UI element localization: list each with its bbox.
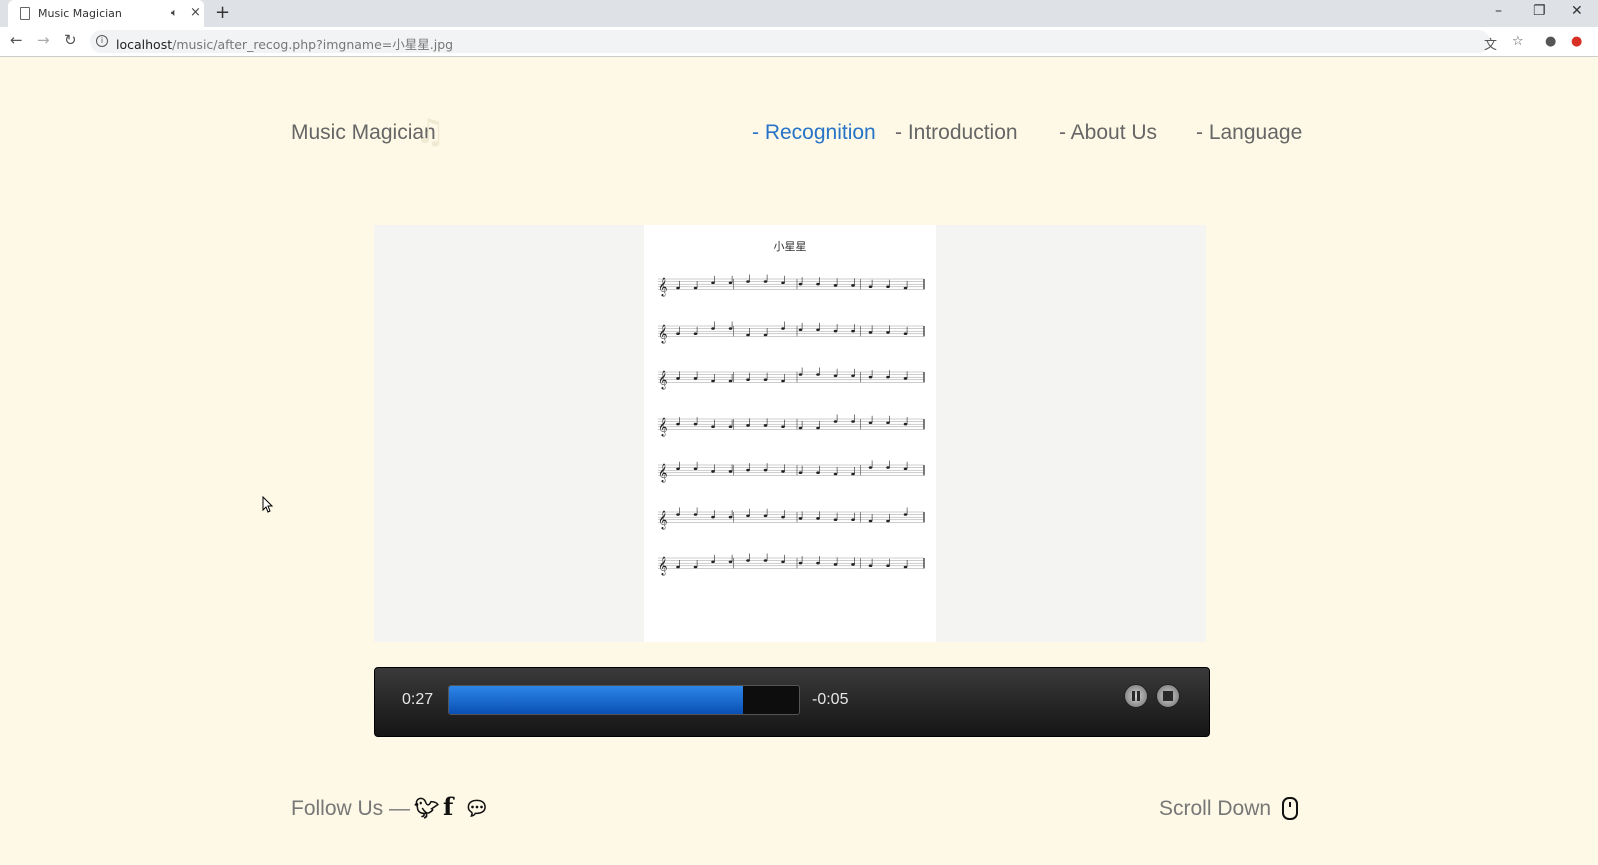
svg-text:𝄞: 𝄞 — [658, 370, 667, 390]
extension-icon[interactable]: ● — [1571, 34, 1582, 49]
stop-icon — [1163, 691, 1173, 701]
minimize-button[interactable]: – — [1495, 3, 1502, 19]
music-staff: 𝄞 — [658, 367, 925, 390]
music-note-icon: ♫ — [415, 112, 446, 152]
svg-text:𝄞: 𝄞 — [658, 417, 667, 437]
pause-icon — [1132, 691, 1135, 701]
progress-fill — [449, 686, 743, 714]
music-staff: 𝄞 — [658, 414, 925, 437]
mouse-icon[interactable] — [1282, 797, 1298, 820]
nav-introduction[interactable]: - Introduction — [895, 121, 1018, 145]
pause-button[interactable] — [1124, 684, 1148, 708]
music-staff: 𝄞 — [658, 274, 925, 297]
sheet-music-image: 小星星 𝄞 𝄞 𝄞 𝄞 𝄞 𝄞 𝄞 — [644, 225, 936, 642]
music-staff: 𝄞 — [658, 321, 925, 344]
scroll-down-label[interactable]: Scroll Down — [1159, 797, 1271, 821]
url-host: localhost — [116, 37, 173, 52]
brand-logo-text[interactable]: Music Magician — [291, 121, 436, 145]
wechat-icon[interactable]: 💬︎ — [464, 796, 489, 821]
restore-button[interactable]: ❐ — [1533, 3, 1546, 19]
facebook-icon[interactable]: f — [443, 792, 453, 821]
url-text[interactable]: localhost/music/after_recog.php?imgname=… — [116, 34, 453, 53]
page-icon — [20, 7, 30, 20]
svg-text:𝄞: 𝄞 — [658, 510, 667, 530]
stop-button[interactable] — [1156, 684, 1180, 708]
tab-close-button[interactable]: × — [190, 5, 201, 20]
nav-language[interactable]: - Language — [1196, 121, 1302, 145]
speaker-icon[interactable]: 🔈︎ — [171, 6, 178, 20]
svg-text:𝄞: 𝄞 — [658, 277, 667, 297]
follow-us-label: Follow Us — — [291, 797, 411, 820]
music-staff: 𝄞 — [658, 553, 925, 576]
score-title: 小星星 — [773, 240, 807, 253]
new-tab-button[interactable]: + — [215, 2, 230, 23]
score-viewer: 小星星 𝄞 𝄞 𝄞 𝄞 𝄞 𝄞 𝄞 — [374, 225, 1206, 642]
svg-text:𝄞: 𝄞 — [658, 463, 667, 483]
pause-icon-bar — [1137, 691, 1140, 701]
progress-bar[interactable] — [448, 685, 800, 715]
tab-title: Music Magician — [38, 7, 122, 20]
forward-button[interactable]: → — [37, 31, 50, 49]
site-info-icon[interactable]: i — [96, 35, 108, 47]
translate-icon[interactable]: ⽂ — [1484, 34, 1497, 53]
nav-about-us[interactable]: - About Us — [1059, 121, 1157, 145]
profile-icon[interactable]: ● — [1545, 34, 1556, 49]
mouse-wheel — [1289, 802, 1291, 807]
music-staff: 𝄞 — [658, 460, 925, 483]
address-bar[interactable]: i localhost/music/after_recog.php?imgnam… — [90, 30, 1490, 53]
close-window-button[interactable]: ✕ — [1571, 3, 1583, 19]
nav-recognition[interactable]: - Recognition — [752, 121, 876, 145]
bookmark-star-icon[interactable]: ☆ — [1512, 34, 1524, 49]
twitter-icon[interactable]: 🐦︎ — [414, 796, 439, 821]
svg-text:𝄞: 𝄞 — [658, 556, 667, 576]
svg-text:𝄞: 𝄞 — [658, 324, 667, 344]
browser-tab-bar: Music Magician 🔈︎ × + – ❐ ✕ — [0, 0, 1598, 27]
reload-button[interactable]: ↻ — [64, 31, 77, 49]
audio-player: 0:27 -0:05 — [374, 667, 1210, 737]
music-staff: 𝄞 — [658, 507, 925, 530]
remaining-time: -0:05 — [812, 691, 849, 708]
browser-tab[interactable]: Music Magician 🔈︎ × — [8, 0, 204, 27]
url-path: /music/after_recog.php?imgname=小星星.jpg — [172, 37, 454, 52]
mouse-cursor-icon — [262, 496, 274, 513]
back-button[interactable]: ← — [10, 31, 23, 49]
browser-toolbar: ← → ↻ i localhost/music/after_recog.php?… — [0, 27, 1598, 57]
current-time: 0:27 — [402, 691, 434, 708]
